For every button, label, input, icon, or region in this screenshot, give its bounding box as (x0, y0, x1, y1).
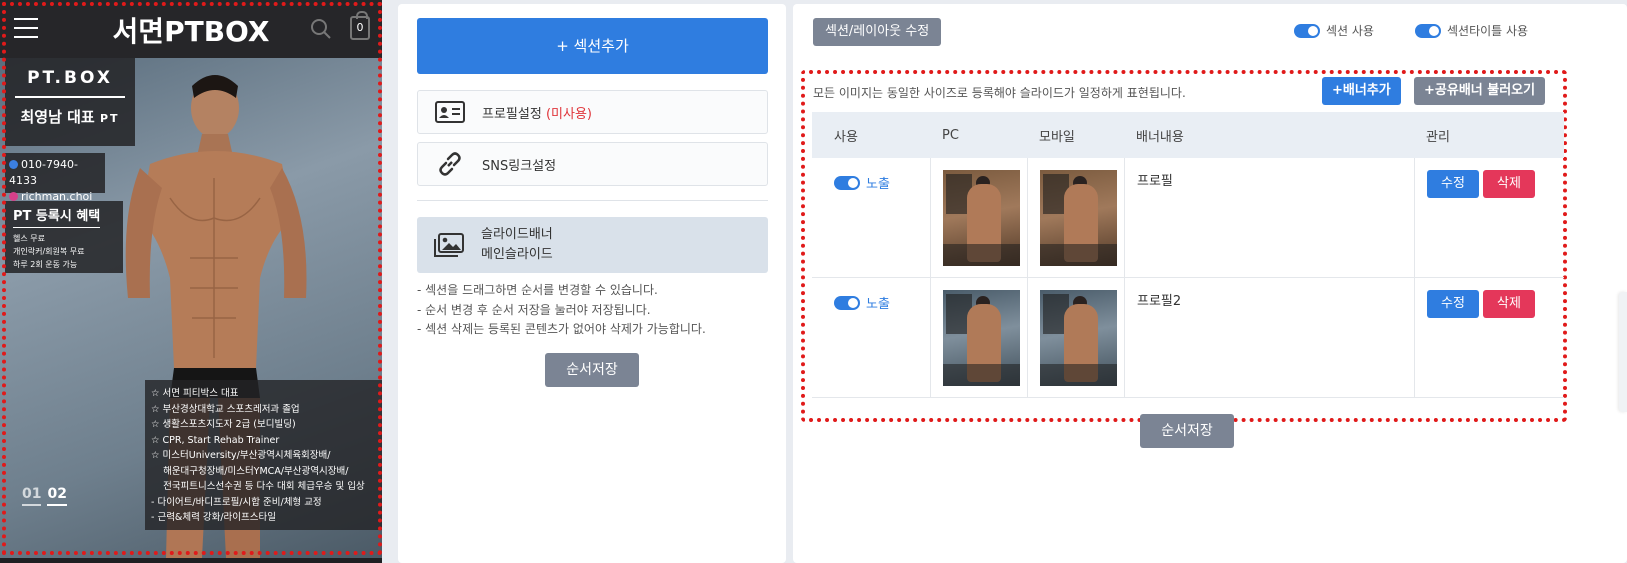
slide-pager: 01 02 (22, 486, 73, 506)
section-list-panel: + 섹션추가 프로필설정 (미사용) SNS링크설정 슬라이드배너 메인슬라이드… (398, 4, 786, 563)
edit-button[interactable]: 수정 (1427, 290, 1479, 318)
instagram-icon (9, 192, 18, 201)
mobile-image-thumbnail[interactable] (1040, 170, 1117, 266)
pc-image-thumbnail[interactable] (943, 290, 1020, 386)
career-item: ☆ CPR, Start Rehab Trainer (151, 434, 280, 446)
section-item-sns[interactable]: SNS링크설정 (417, 142, 768, 186)
table-row[interactable]: 노출 프로필 수정 삭제 (812, 158, 1564, 278)
ptbox-card: PT.BOX 최영남 대표 PT (5, 58, 135, 146)
side-drawer-handle[interactable] (1619, 292, 1627, 412)
column-header: 관리 (1426, 129, 1450, 145)
load-shared-banner-button[interactable]: +공유배너 불러오기 (1414, 77, 1546, 105)
ptbox-logo: PT.BOX (15, 68, 125, 98)
contact-box: 010-7940-4133 richman.choi (5, 153, 105, 203)
banner-content: 프로필2 (1124, 278, 1414, 397)
banner-save-order-button[interactable]: 순서저장 (1140, 414, 1234, 448)
column-header: PC (942, 127, 959, 143)
benefit-title: PT 등록시 혜택 (13, 205, 101, 228)
section-item-label: 슬라이드배너 메인슬라이드 (481, 227, 553, 262)
mobile-image-thumbnail[interactable] (1040, 290, 1117, 386)
mobile-header: 서면PTBOX 0 (0, 0, 382, 58)
banner-note: 모든 이미지는 동일한 사이즈로 등록해야 슬라이드가 일정하게 표현됩니다. (813, 86, 1186, 100)
toggle-switch[interactable] (1294, 23, 1320, 38)
pager-item-1[interactable]: 01 (22, 486, 42, 506)
section-editor-panel: 섹션/레이아웃 수정 섹션 사용 섹션타이틀 사용 모든 이미지는 동일한 사이… (793, 4, 1627, 563)
banner-table: 사용 PC 모바일 배너내용 관리 노출 프로필 수정 삭제 노출 프로필2 수… (812, 112, 1564, 398)
career-item: ☆ 서면 피티박스 대표 (151, 388, 239, 399)
career-item: 해운대구청장배/미스터YMCA/부산광역시장배/ (151, 465, 349, 477)
career-box: ☆ 서면 피티박스 대표 ☆ 부산경상대학교 스포츠레저과 졸업 ☆ 생활스포츠… (145, 380, 382, 530)
section-item-label: SNS링크설정 (482, 158, 557, 174)
search-icon[interactable] (310, 18, 332, 40)
trainer-name: 최영남 대표 PT (20, 108, 120, 126)
delete-button[interactable]: 삭제 (1483, 290, 1535, 318)
preview-scrollbar[interactable] (382, 0, 395, 563)
toggle-switch[interactable] (834, 295, 860, 310)
table-header: 사용 PC 모바일 배너내용 관리 (812, 112, 1564, 158)
cart-count: 0 (356, 21, 364, 34)
phone-line: 010-7940-4133 (9, 158, 78, 187)
add-section-button[interactable]: + 섹션추가 (417, 18, 768, 74)
column-header: 사용 (834, 129, 858, 145)
section-title-use-toggle[interactable]: 섹션타이틀 사용 (1415, 22, 1528, 39)
banner-content: 프로필 (1124, 158, 1414, 277)
hero-slide[interactable]: PT.BOX 최영남 대표 PT 010-7940-4133 richman.c… (0, 58, 382, 558)
section-use-toggle[interactable]: 섹션 사용 (1294, 22, 1374, 39)
career-item: 전국피트니스선수권 등 다수 대회 체급우승 및 입상 (151, 481, 365, 492)
add-banner-button[interactable]: +배너추가 (1322, 77, 1401, 105)
divider (417, 200, 768, 201)
delete-button[interactable]: 삭제 (1483, 170, 1535, 198)
edit-button[interactable]: 수정 (1427, 170, 1479, 198)
section-item-profile[interactable]: 프로필설정 (미사용) (417, 90, 768, 134)
help-text: - 섹션을 드래그하면 순서를 변경할 수 있습니다. - 순서 변경 후 순서… (417, 283, 706, 336)
cart-icon[interactable]: 0 (350, 11, 370, 40)
career-item: ☆ 부산경상대학교 스포츠레저과 졸업 (151, 403, 300, 415)
section-item-label: 프로필설정 (미사용) (482, 106, 592, 122)
mobile-preview: 서면PTBOX 0 PT.BOX 최영남 대표 PT 010-7940-4133… (0, 0, 395, 563)
image-gallery-icon (417, 233, 481, 257)
toggle-switch[interactable] (1415, 23, 1441, 38)
section-item-slide-banner[interactable]: 슬라이드배너 메인슬라이드 (417, 217, 768, 273)
table-row[interactable]: 노출 프로필2 수정 삭제 (812, 278, 1564, 398)
career-item: - 근력&체력 강화/라이프스타일 (151, 512, 276, 523)
mobile-frame: 서면PTBOX 0 PT.BOX 최영남 대표 PT 010-7940-4133… (0, 0, 382, 563)
show-toggle[interactable]: 노출 (834, 173, 930, 192)
section-layout-edit-button[interactable]: 섹션/레이아웃 수정 (813, 18, 942, 46)
pager-item-2[interactable]: 02 (47, 486, 67, 506)
column-header: 모바일 (1039, 129, 1075, 145)
career-item: ☆ 미스터University/부산광역시체육회장배/ (151, 450, 331, 461)
id-card-icon (418, 101, 482, 123)
benefit-box: PT 등록시 혜택 헬스 무료 개인락커/회원복 무료 하루 2회 운동 가능 (5, 201, 123, 273)
column-header: 배너내용 (1136, 129, 1184, 145)
toggle-switch[interactable] (834, 175, 860, 190)
pc-image-thumbnail[interactable] (943, 170, 1020, 266)
career-item: ☆ 생활스포츠지도자 2급 (보디빌딩) (151, 419, 296, 430)
benefit-item: 개인락커/회원복 무료 (13, 247, 85, 256)
save-order-button[interactable]: 순서저장 (545, 353, 639, 387)
benefit-list: 헬스 무료 개인락커/회원복 무료 하루 2회 운동 가능 (13, 232, 115, 271)
phone-icon (9, 160, 18, 169)
show-toggle[interactable]: 노출 (834, 293, 930, 312)
benefit-item: 헬스 무료 (13, 234, 45, 243)
career-item: - 다이어트/바디프로필/시합 준비/체형 교정 (151, 496, 322, 508)
unused-badge: (미사용) (545, 106, 592, 122)
benefit-item: 하루 2회 운동 가능 (13, 260, 78, 269)
link-icon (418, 150, 482, 178)
